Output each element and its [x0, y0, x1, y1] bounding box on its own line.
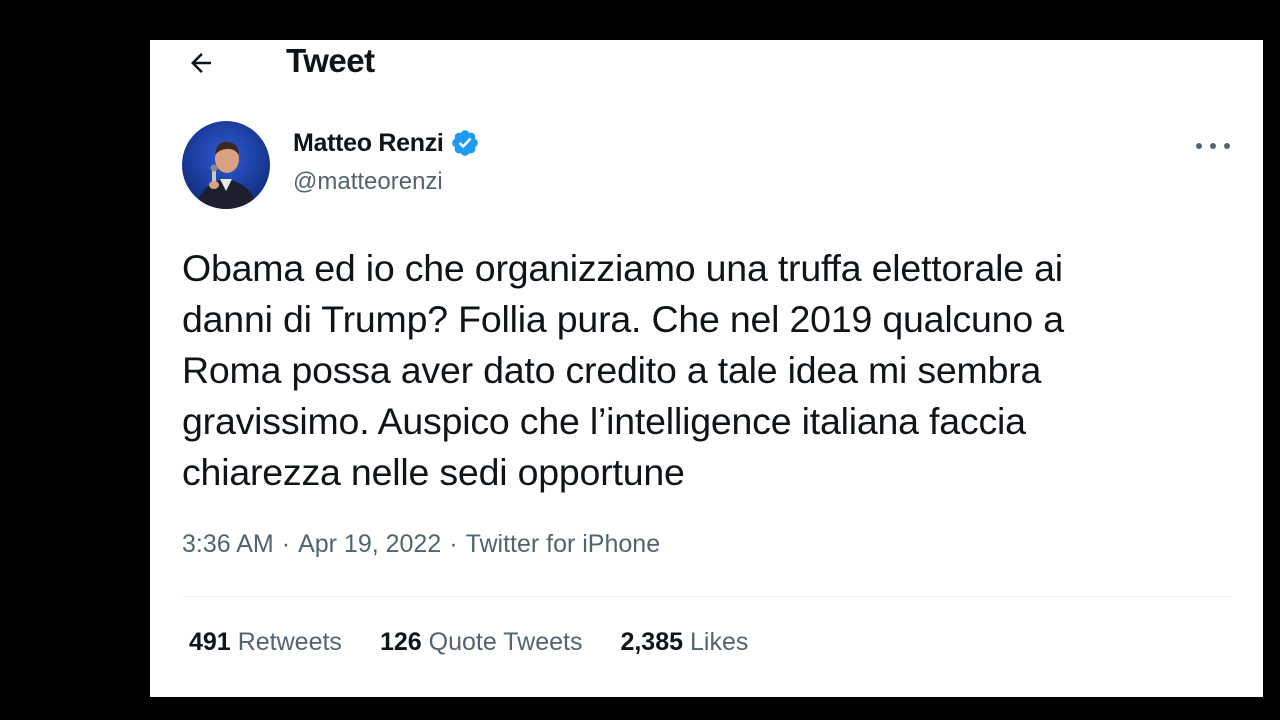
retweets-count: 491	[189, 628, 231, 656]
quote-tweets-count: 126	[379, 628, 422, 656]
meta-separator: ·	[449, 530, 458, 558]
likes-label: Likes	[690, 628, 749, 656]
tweet-metadata: 3:36 AM · Apr 19, 2022 · Twitter for iPh…	[182, 530, 660, 559]
back-button[interactable]	[184, 46, 218, 80]
quote-tweets-stat[interactable]: 126 Quote Tweets	[380, 628, 583, 657]
tweet-source[interactable]: Twitter for iPhone	[466, 530, 661, 559]
tweet-text: Obama ed io che organizziamo una truffa …	[182, 247, 1064, 493]
divider	[182, 596, 1232, 597]
verified-badge-icon	[450, 128, 480, 158]
page-title: Tweet	[286, 42, 375, 79]
likes-stat[interactable]: 2,385 Likes	[620, 628, 748, 657]
tweet-card: Tweet Matteo Renzi @matteorenzi Obama ed…	[150, 40, 1263, 697]
meta-separator: ·	[281, 530, 291, 558]
arrow-left-icon	[191, 53, 211, 73]
author-name-row: Matteo Renzi	[293, 128, 480, 158]
tweet-time[interactable]: 3:36 AM	[182, 530, 274, 559]
top-bar: Tweet	[150, 40, 1263, 86]
quote-tweets-label: Quote Tweets	[428, 628, 583, 656]
dot	[1210, 143, 1216, 149]
retweets-stat[interactable]: 491 Retweets	[189, 628, 342, 657]
author-handle[interactable]: @matteorenzi	[293, 168, 443, 196]
retweets-label: Retweets	[237, 628, 342, 656]
likes-count: 2,385	[620, 628, 684, 656]
dot	[1224, 143, 1230, 149]
tweet-date[interactable]: Apr 19, 2022	[298, 530, 441, 559]
author-name[interactable]: Matteo Renzi	[293, 129, 444, 158]
dot	[1196, 143, 1202, 149]
engagement-stats: 491 Retweets 126 Quote Tweets 2,385 Likes	[189, 628, 786, 657]
avatar[interactable]	[182, 121, 270, 209]
profile-photo	[182, 121, 270, 209]
more-options-icon[interactable]	[1196, 134, 1230, 158]
